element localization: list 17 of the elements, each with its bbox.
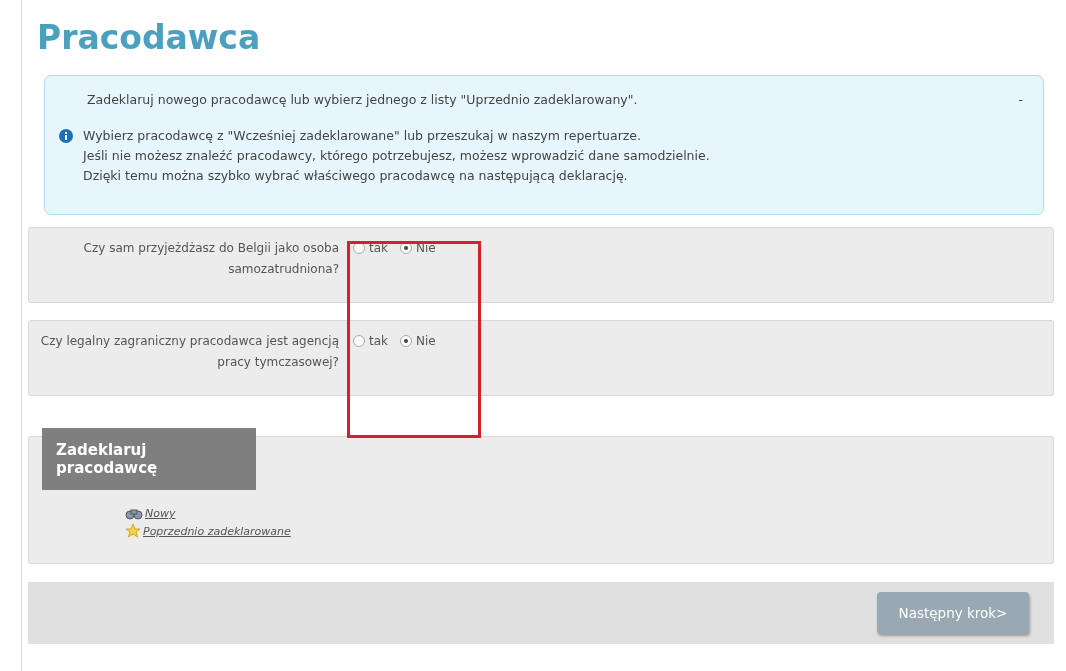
radio-option[interactable]: Nie — [400, 334, 436, 348]
info-text: Jeśli nie możesz znaleźć pracodawcy, którego potrzebujesz, możesz wprowadzić dane samodzielnie. — [83, 147, 710, 165]
link[interactable]: Poprzednio zadeklarowane — [143, 524, 291, 538]
radio-option[interactable]: tak — [353, 334, 388, 348]
info-text: Wybierz pracodawcę z "Wcześniej zadeklarowane" lub przeszukaj w naszym repertuarze. — [83, 127, 642, 145]
question-label: Czy sam przyjeżdżasz do Belgii jako osoba samozatrudniona? — [82, 240, 339, 278]
link[interactable]: Nowy — [145, 507, 176, 520]
radio-icon — [353, 335, 365, 347]
info-text: Dzięki temu można szybko wybrać właściwego pracodawcę na następującą deklarację. — [83, 167, 629, 185]
binoculars-icon — [125, 507, 143, 520]
info-icon — [59, 129, 73, 143]
question-label: Czy legalny zagraniczny pracodawca jest agencją pracy tymczasowej? — [39, 333, 339, 371]
star-icon — [125, 523, 141, 539]
collapse-toggle[interactable]: - — [1018, 90, 1023, 110]
info-text: Zadeklaruj nowego pracodawcę lub wybierz jednego z listy "Uprzednio zadeklarowany". — [87, 91, 638, 109]
page-title: Pracodawca — [37, 18, 262, 57]
radio-checked-icon — [400, 335, 412, 347]
